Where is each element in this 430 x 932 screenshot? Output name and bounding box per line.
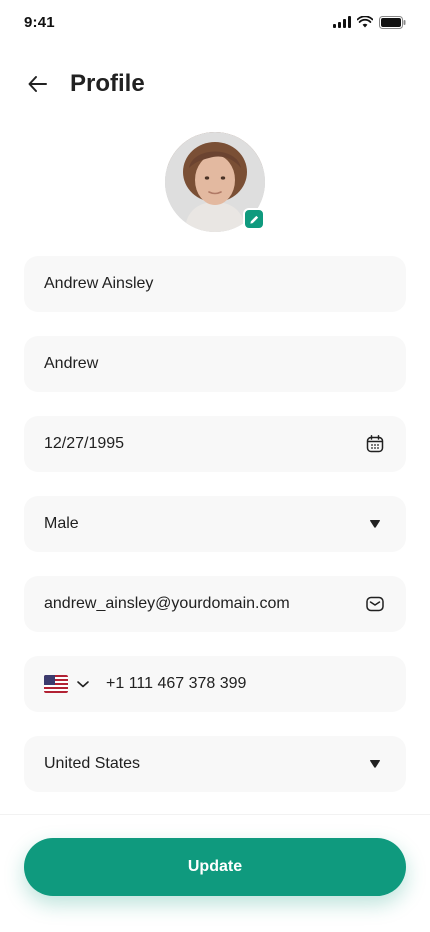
- arrow-left-icon: [28, 76, 47, 92]
- caret-down-icon: [370, 760, 380, 768]
- edit-pencil-icon: [249, 215, 258, 224]
- update-button[interactable]: Update: [24, 838, 406, 896]
- birth-date-value: 12/27/1995: [44, 435, 125, 452]
- header: Profile: [24, 60, 406, 108]
- us-flag-icon: [44, 675, 68, 693]
- gender-select[interactable]: Male: [24, 496, 406, 552]
- avatar-container: [165, 132, 265, 232]
- page-title: Profile: [70, 70, 145, 97]
- nickname-value: Andrew: [44, 355, 99, 372]
- status-bar: 9:41: [0, 0, 430, 44]
- country-dropdown-toggle[interactable]: [364, 753, 386, 775]
- battery-icon: [379, 15, 406, 29]
- signal-icon: [333, 16, 351, 28]
- phone-value: +1 111 467 378 399: [106, 675, 247, 692]
- wifi-icon: [357, 16, 373, 28]
- back-button[interactable]: [24, 70, 52, 98]
- email-field[interactable]: andrew_ainsley@yourdomain.com: [24, 576, 406, 632]
- email-icon-slot: [364, 593, 386, 615]
- country-value: United States: [44, 755, 141, 772]
- caret-down-icon: [370, 520, 380, 528]
- full-name-field[interactable]: Andrew Ainsley: [24, 256, 406, 312]
- mail-icon: [366, 596, 384, 612]
- calendar-icon: [366, 435, 384, 453]
- calendar-button[interactable]: [364, 433, 386, 455]
- edit-avatar-button[interactable]: [243, 208, 265, 230]
- email-value: andrew_ainsley@yourdomain.com: [44, 595, 290, 612]
- bottom-divider: [0, 814, 430, 815]
- country-code-dropdown[interactable]: [76, 679, 90, 689]
- status-time: 9:41: [24, 13, 55, 31]
- full-name-value: Andrew Ainsley: [44, 275, 154, 292]
- status-icons: [333, 15, 406, 29]
- country-select[interactable]: United States: [24, 736, 406, 792]
- birth-date-field[interactable]: 12/27/1995: [24, 416, 406, 472]
- gender-value: Male: [44, 515, 79, 532]
- phone-field[interactable]: +1 111 467 378 399: [24, 656, 406, 712]
- chevron-down-icon: [77, 681, 89, 688]
- nickname-field[interactable]: Andrew: [24, 336, 406, 392]
- gender-dropdown-toggle[interactable]: [364, 513, 386, 535]
